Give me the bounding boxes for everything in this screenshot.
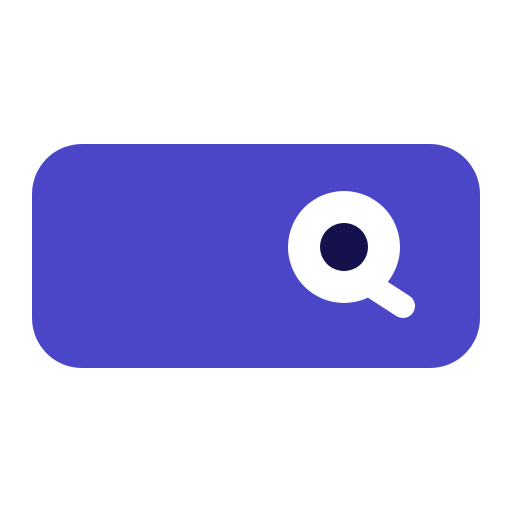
magnifier-lens-center xyxy=(320,223,368,271)
search-icon xyxy=(288,191,415,318)
app-icon-canvas xyxy=(0,0,512,512)
